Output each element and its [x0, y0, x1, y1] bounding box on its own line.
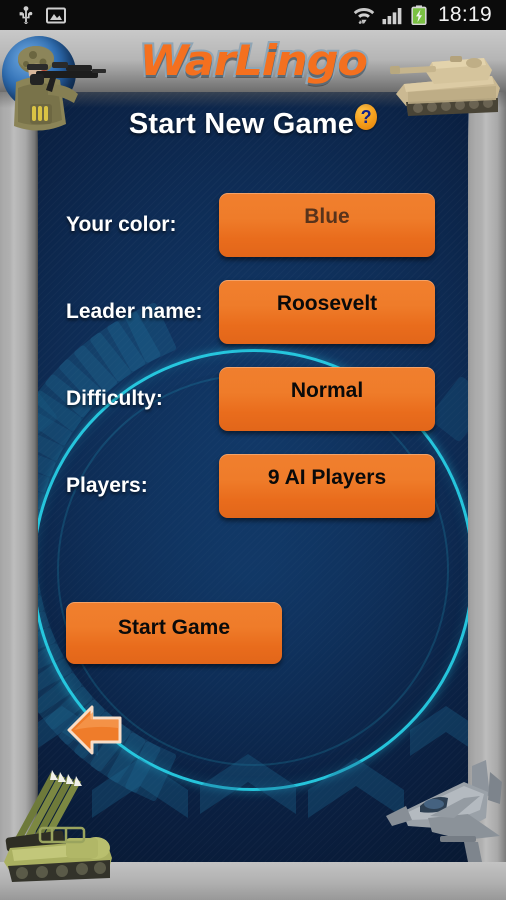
label-your-color: Your color: — [66, 213, 177, 236]
fighter-jet-icon — [386, 760, 502, 862]
difficulty-value-text: Normal — [290, 379, 364, 402]
wifi-icon — [353, 8, 375, 25]
status-bar-right: 18:19 — [353, 3, 506, 27]
game-screen: WarLingo Start New Game? Your color: Blu… — [0, 30, 506, 900]
page-title: Start New Game — [128, 108, 355, 140]
form-row-color: Your color: Blue — [0, 190, 506, 260]
label-players: Players: — [66, 474, 148, 497]
difficulty-value-button[interactable]: Normal — [219, 367, 435, 431]
label-difficulty: Difficulty: — [66, 387, 163, 410]
color-value-text: Blue — [304, 205, 350, 228]
start-game-button[interactable]: Start Game — [66, 602, 282, 664]
start-game-label: Start Game — [117, 616, 231, 639]
back-arrow-icon[interactable] — [66, 703, 124, 757]
players-value-text: 9 AI Players — [267, 466, 387, 489]
battery-charging-icon — [411, 5, 427, 25]
form-row-players: Players: 9 AI Players — [0, 451, 506, 521]
status-bar-left — [0, 6, 66, 24]
missile-launcher-icon — [4, 770, 112, 882]
usb-icon — [19, 6, 33, 24]
form-row-difficulty: Difficulty: Normal — [0, 364, 506, 434]
gallery-image-icon — [46, 7, 66, 23]
tank-icon — [389, 56, 500, 116]
players-value-button[interactable]: 9 AI Players — [219, 454, 435, 518]
soldier-icon — [14, 46, 106, 131]
leader-name-value-button[interactable]: Roosevelt — [219, 280, 435, 344]
leader-name-value-text: Roosevelt — [276, 292, 378, 315]
status-bar-clock: 18:19 — [437, 3, 492, 26]
status-bar: 18:19 — [0, 0, 506, 30]
label-leader-name: Leader name: — [66, 300, 203, 323]
app-root: WarLingo Start New Game? Your color: Blu… — [0, 0, 506, 900]
color-value-button[interactable]: Blue — [219, 193, 435, 257]
background-dash — [124, 740, 178, 803]
help-icon[interactable]: ? — [355, 104, 378, 130]
form-row-leader-name: Leader name: Roosevelt — [0, 277, 506, 347]
cellular-signal-icon — [382, 7, 402, 24]
